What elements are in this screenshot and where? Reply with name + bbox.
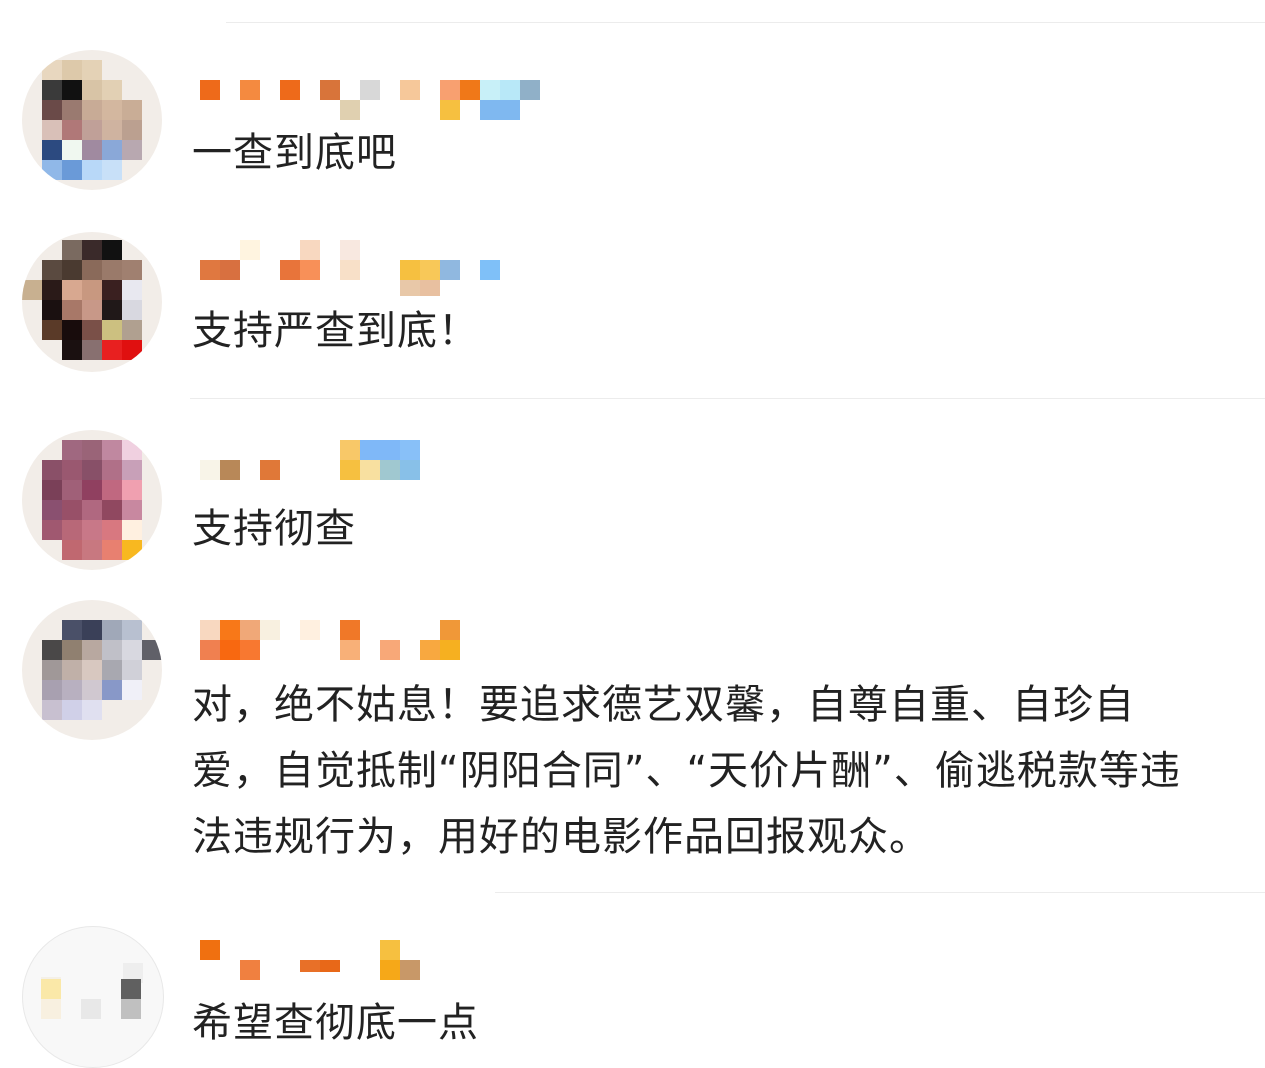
avatar[interactable] <box>22 600 162 740</box>
comment-text: 希望查彻底一点 <box>192 1000 479 1046</box>
comment-text: 对，绝不姑息！要追求德艺双馨，自尊自重、自珍自爱，自觉抵制“阴阳合同”、“天价片… <box>192 682 1181 860</box>
divider-2 <box>190 398 1265 399</box>
top-divider <box>226 22 1265 23</box>
comment-text: 一查到底吧 <box>192 130 397 176</box>
avatar[interactable] <box>22 50 162 190</box>
avatar[interactable] <box>22 926 164 1068</box>
comment-text: 支持严查到底！ <box>192 308 479 354</box>
avatar[interactable] <box>22 232 162 372</box>
avatar[interactable] <box>22 430 162 570</box>
comment-text: 支持彻查 <box>192 506 356 552</box>
divider-4 <box>495 892 1265 893</box>
